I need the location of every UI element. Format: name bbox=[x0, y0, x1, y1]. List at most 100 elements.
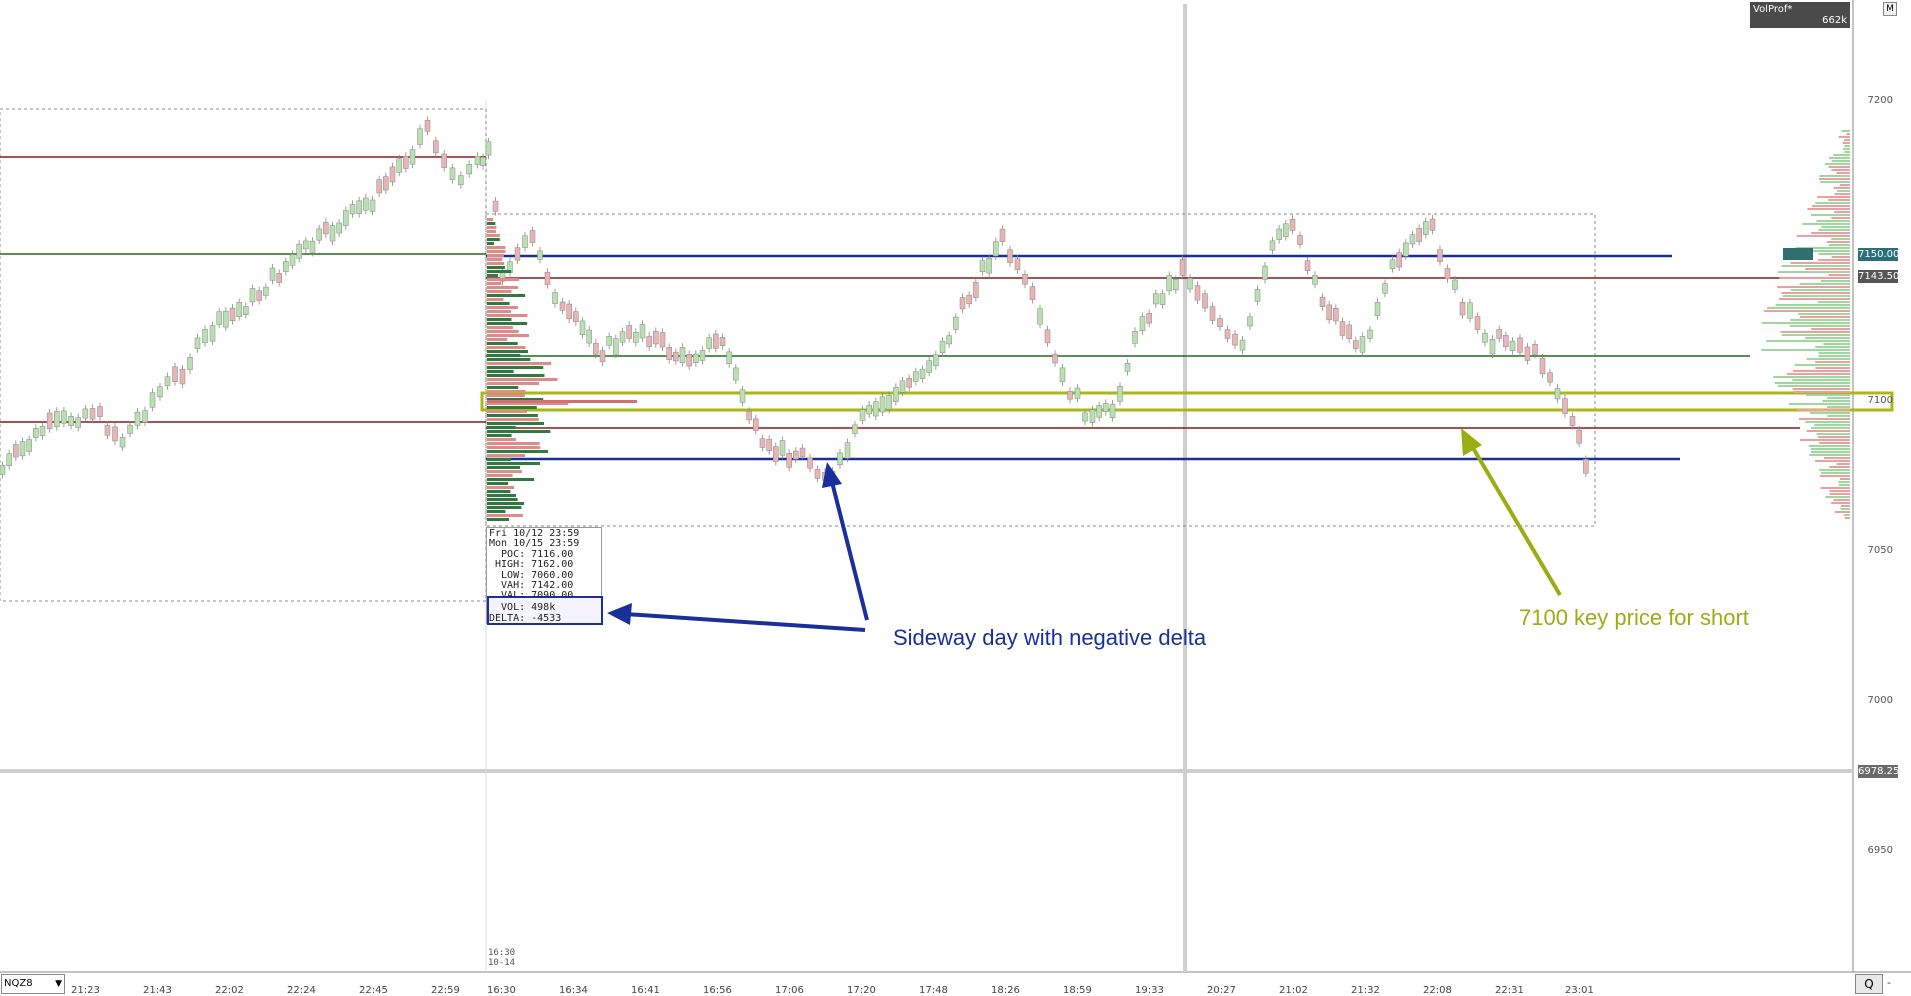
composite-profile-bar bbox=[1819, 178, 1850, 180]
candle bbox=[269, 267, 276, 281]
candle bbox=[363, 197, 369, 211]
candle bbox=[441, 153, 447, 169]
price-chart[interactable] bbox=[0, 0, 1911, 994]
session-profile-bar bbox=[487, 290, 512, 293]
candle bbox=[966, 294, 972, 305]
candle bbox=[1403, 242, 1409, 257]
composite-profile-bar bbox=[1821, 472, 1850, 474]
candle bbox=[926, 360, 932, 373]
annotation-arrow-to-infobox bbox=[607, 603, 866, 632]
candle bbox=[89, 408, 96, 420]
composite-profile-bar bbox=[1840, 505, 1850, 507]
candle bbox=[303, 240, 309, 250]
candle bbox=[323, 222, 329, 235]
candle bbox=[899, 380, 906, 393]
candle bbox=[666, 347, 672, 360]
session-profile-bar bbox=[487, 330, 519, 333]
candle bbox=[19, 441, 26, 457]
candle bbox=[1562, 398, 1568, 414]
composite-profile-bar bbox=[1818, 259, 1850, 261]
candle bbox=[913, 371, 919, 382]
price-tick-7050: 7050 bbox=[1867, 545, 1893, 556]
session-profile-bar bbox=[487, 478, 535, 481]
composite-profile-bar bbox=[1806, 358, 1850, 360]
session-profile-bar bbox=[487, 450, 549, 453]
candle bbox=[1576, 429, 1582, 444]
composite-profile-bar bbox=[1782, 295, 1850, 297]
candle bbox=[61, 410, 67, 424]
candle bbox=[859, 409, 866, 421]
candle bbox=[276, 273, 282, 283]
candle bbox=[1139, 316, 1146, 331]
candle bbox=[852, 424, 858, 434]
zoom-out-button[interactable]: - bbox=[1883, 974, 1895, 992]
candle bbox=[1583, 459, 1589, 474]
composite-profile-bar bbox=[1831, 238, 1850, 240]
session-profile-bar bbox=[487, 486, 515, 489]
candle bbox=[1052, 353, 1058, 364]
candle bbox=[243, 306, 249, 315]
candle bbox=[1209, 306, 1216, 321]
composite-profile-bar bbox=[1809, 454, 1850, 456]
candle bbox=[606, 336, 612, 346]
session-profile-bar bbox=[487, 442, 540, 445]
maximize-button[interactable]: M bbox=[1883, 2, 1897, 16]
composite-profile-bar bbox=[1829, 490, 1850, 492]
symbol-dropdown[interactable]: NQZ8 ▼ bbox=[1, 974, 65, 994]
session-profile-bar bbox=[487, 346, 526, 349]
composite-profile-bar bbox=[1829, 466, 1850, 468]
candle bbox=[97, 406, 103, 417]
candle bbox=[209, 325, 216, 342]
composite-profile-bar bbox=[1781, 265, 1850, 267]
candle bbox=[82, 408, 89, 419]
composite-profile-bar bbox=[1815, 361, 1850, 363]
session-profile-bar bbox=[487, 430, 551, 433]
candle bbox=[1374, 302, 1381, 316]
composite-profile-bar bbox=[1805, 421, 1850, 423]
candle bbox=[194, 337, 201, 350]
composite-profile-bar bbox=[1792, 388, 1850, 390]
candle bbox=[6, 453, 12, 467]
candle bbox=[458, 175, 464, 186]
candle bbox=[1482, 332, 1488, 343]
composite-profile-bar bbox=[1819, 469, 1850, 471]
candle bbox=[1474, 316, 1481, 330]
candle bbox=[814, 468, 821, 479]
candle bbox=[480, 157, 486, 166]
candle bbox=[134, 411, 141, 426]
candle bbox=[919, 368, 926, 379]
candle bbox=[753, 418, 759, 431]
volume-profile-indicator-header[interactable]: VolProf* 662k bbox=[1750, 2, 1850, 28]
session-profile-bar bbox=[487, 246, 506, 249]
candle bbox=[389, 166, 396, 183]
composite-profile-bar bbox=[1820, 280, 1850, 282]
composite-profile-bar bbox=[1802, 223, 1850, 225]
candle bbox=[1452, 279, 1458, 290]
composite-profile-bar bbox=[1816, 220, 1850, 222]
candle bbox=[1289, 218, 1296, 231]
candle bbox=[157, 386, 163, 398]
candle bbox=[1029, 286, 1036, 300]
chevron-down-icon: ▼ bbox=[55, 979, 62, 989]
composite-profile-bar bbox=[1800, 439, 1850, 441]
candle bbox=[593, 342, 599, 355]
candle bbox=[1074, 387, 1081, 399]
candle bbox=[1089, 409, 1096, 423]
candle bbox=[369, 199, 376, 212]
composite-profile-bar bbox=[1834, 211, 1850, 213]
composite-profile-bar bbox=[1831, 217, 1850, 219]
composite-profile-bar bbox=[1773, 376, 1850, 378]
candle bbox=[1173, 279, 1179, 291]
candle bbox=[256, 290, 262, 301]
candle bbox=[356, 200, 362, 214]
session-profile-bar bbox=[487, 354, 521, 357]
candle bbox=[417, 128, 423, 145]
composite-profile-bar bbox=[1761, 349, 1850, 351]
composite-profile-bar bbox=[1828, 166, 1850, 168]
zoom-reset-button[interactable]: Q bbox=[1855, 974, 1883, 994]
composite-profile-bar bbox=[1799, 283, 1850, 285]
composite-profile-bar bbox=[1817, 196, 1850, 198]
candle bbox=[646, 335, 652, 348]
candle bbox=[409, 149, 416, 165]
candle bbox=[879, 396, 886, 413]
